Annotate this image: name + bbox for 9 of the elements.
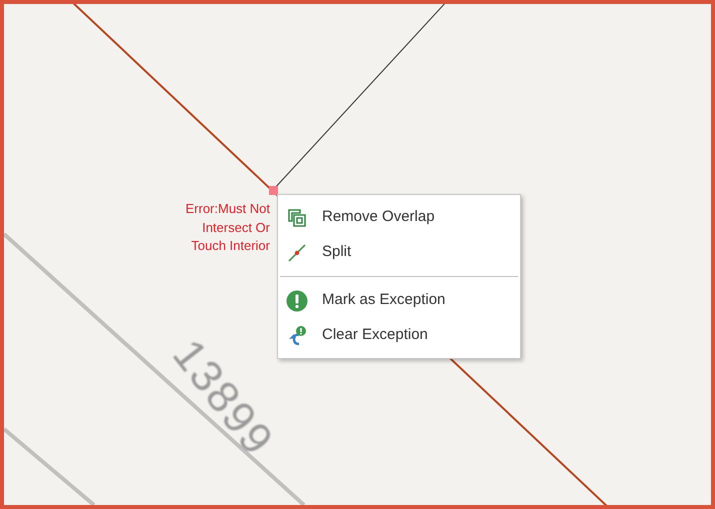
menu-item[interactable]: Split: [278, 235, 520, 270]
error-point-marker[interactable]: [269, 186, 278, 195]
menu-item[interactable]: Mark as Exception: [278, 283, 520, 318]
split-line-icon: [287, 242, 307, 262]
overlapping-squares-icon: [287, 208, 307, 228]
exclamation-circle-icon: [286, 290, 308, 312]
menu-item[interactable]: Clear Exception: [278, 318, 520, 353]
menu-item[interactable]: Remove Overlap: [278, 200, 520, 235]
error-label: Error:Must Not Intersect Or Touch Interior: [185, 200, 270, 255]
